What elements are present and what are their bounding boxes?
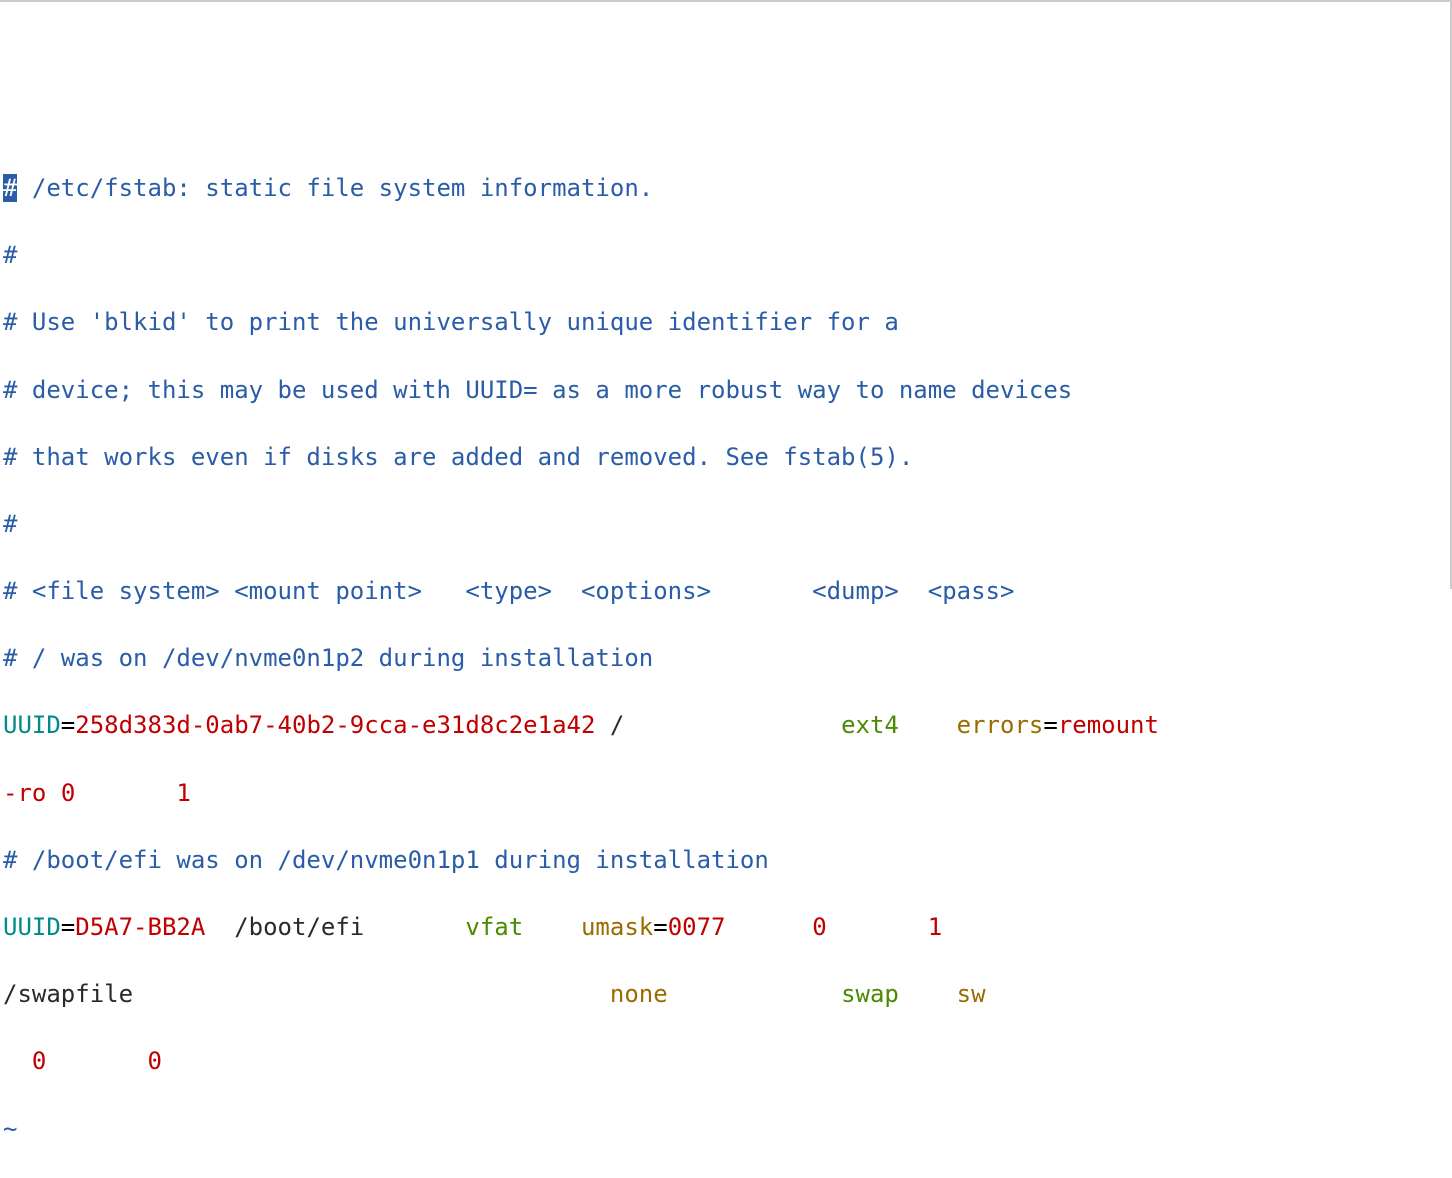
uuid-value: 258d383d-0ab7-40b2-9cca-e31d8c2e1a42 — [75, 711, 595, 739]
option-key: umask — [581, 913, 653, 941]
code-line: # <file system> <mount point> <type> <op… — [3, 575, 1447, 609]
option-value: sw — [957, 980, 986, 1008]
dump-value: 0 — [812, 913, 826, 941]
code-line: 0 0 — [3, 1045, 1447, 1079]
option-value: 0077 — [668, 913, 726, 941]
pass-value: 0 — [148, 1047, 162, 1075]
pass-value: 1 — [928, 913, 942, 941]
fs-type: swap — [841, 980, 899, 1008]
pass-value: 1 — [176, 779, 190, 807]
code-line: # — [3, 239, 1447, 273]
fs-type: vfat — [465, 913, 523, 941]
text-editor-viewport[interactable]: # /etc/fstab: static file system informa… — [0, 136, 1450, 1178]
code-line: -ro 0 1 — [3, 777, 1447, 811]
empty-line-tilde: ~ — [3, 1113, 1447, 1147]
code-line: UUID=258d383d-0ab7-40b2-9cca-e31d8c2e1a4… — [3, 709, 1447, 743]
uuid-value: D5A7-BB2A — [75, 913, 205, 941]
comment-text: /etc/fstab: static file system informati… — [17, 174, 653, 202]
code-line: # / was on /dev/nvme0n1p2 during install… — [3, 642, 1447, 676]
cursor: # — [3, 174, 17, 202]
option-value: remount — [1058, 711, 1159, 739]
code-line: # Use 'blkid' to print the universally u… — [3, 306, 1447, 340]
code-line: /swapfile none swap sw — [3, 978, 1447, 1012]
code-line: # /boot/efi was on /dev/nvme0n1p1 during… — [3, 844, 1447, 878]
code-line: UUID=D5A7-BB2A /boot/efi vfat umask=0077… — [3, 911, 1447, 945]
mount-point: /boot/efi — [205, 913, 465, 941]
equals: = — [61, 711, 75, 739]
fs-type: ext4 — [841, 711, 899, 739]
option-value-cont: -ro — [3, 779, 46, 807]
uuid-keyword: UUID — [3, 711, 61, 739]
code-line: # — [3, 508, 1447, 542]
dump-value: 0 — [61, 779, 75, 807]
device-path: /swapfile — [3, 980, 610, 1008]
code-line: # that works even if disks are added and… — [3, 441, 1447, 475]
mount-none: none — [610, 980, 668, 1008]
uuid-keyword: UUID — [3, 913, 61, 941]
code-line: # /etc/fstab: static file system informa… — [3, 172, 1447, 206]
mount-point: / — [595, 711, 841, 739]
dump-value: 0 — [32, 1047, 46, 1075]
code-line: # device; this may be used with UUID= as… — [3, 374, 1447, 408]
option-key: errors — [957, 711, 1044, 739]
